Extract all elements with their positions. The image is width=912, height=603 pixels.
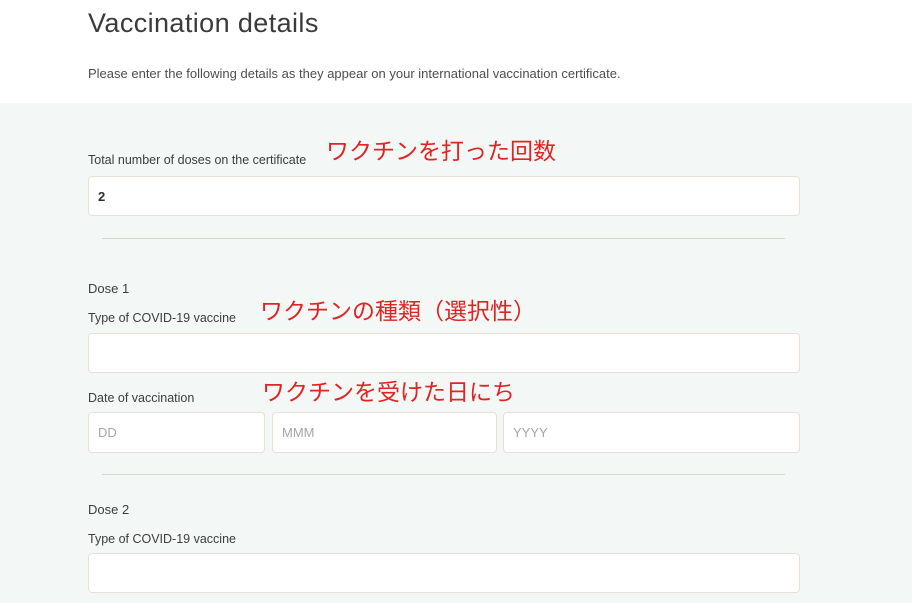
dose1-date-month-input[interactable] <box>272 412 497 453</box>
total-doses-input[interactable] <box>88 176 800 216</box>
dose1-vaccine-type-annotation: ワクチンの種類（選択性） <box>260 299 536 325</box>
dose1-date-annotation: ワクチンを受けた日にち <box>262 380 515 406</box>
dose1-vaccine-type-label: Type of COVID-19 vaccine <box>88 311 236 325</box>
dose1-heading: Dose 1 <box>88 281 130 296</box>
dose1-date-label: Date of vaccination <box>88 391 195 405</box>
divider <box>102 474 785 475</box>
vaccination-details-page: Vaccination details Please enter the fol… <box>0 0 912 603</box>
dose1-date-year-input[interactable] <box>503 412 800 453</box>
dose1-date-day-input[interactable] <box>88 412 265 453</box>
page-subtitle: Please enter the following details as th… <box>88 66 621 81</box>
total-doses-label: Total number of doses on the certificate <box>88 153 307 167</box>
page-title: Vaccination details <box>88 8 319 38</box>
dose2-vaccine-type-label: Type of COVID-19 vaccine <box>88 532 236 546</box>
dose1-vaccine-type-input[interactable] <box>88 333 800 373</box>
dose2-vaccine-type-input[interactable] <box>88 553 800 593</box>
total-doses-annotation: ワクチンを打った回数 <box>326 139 556 165</box>
divider <box>102 238 785 239</box>
dose2-heading: Dose 2 <box>88 502 130 517</box>
